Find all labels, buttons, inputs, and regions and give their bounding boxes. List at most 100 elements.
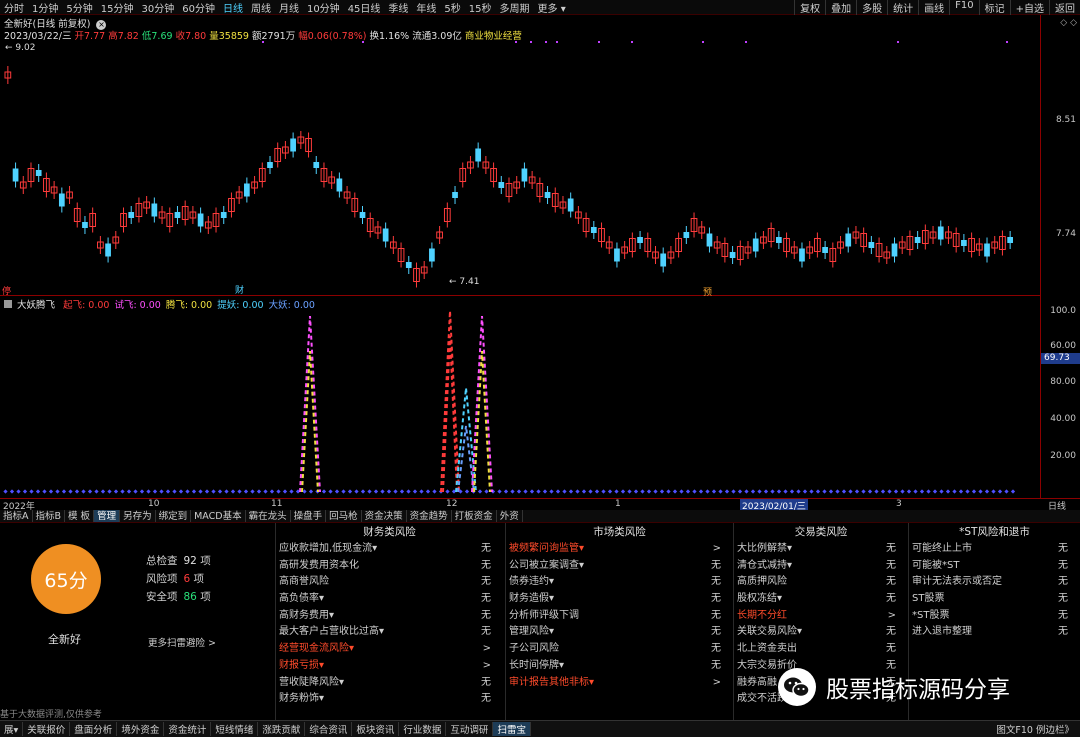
period-tab[interactable]: 60分钟 xyxy=(178,0,219,15)
period-tab[interactable]: 更多 ▾ xyxy=(534,0,570,15)
risk-item[interactable]: 长时间停牌▾ 无 xyxy=(506,658,733,675)
status-tab[interactable]: 展▾ xyxy=(0,722,24,736)
period-tab[interactable]: 15分钟 xyxy=(97,0,138,15)
indicator-tab[interactable]: 管理 xyxy=(94,510,121,522)
indicator-tab[interactable]: 指标B xyxy=(33,510,66,522)
risk-item[interactable]: 经营现金流风险▾ > xyxy=(276,641,503,658)
risk-item[interactable]: 被频繁问询监管▾ > xyxy=(506,541,733,558)
risk-item[interactable]: 分析师评级下调 无 xyxy=(506,608,733,625)
chart-tool-button[interactable]: 画线 xyxy=(918,0,949,15)
chart-tool-button[interactable]: 多股 xyxy=(856,0,887,15)
risk-item[interactable]: 大比例解禁▾ 无 xyxy=(734,541,908,558)
risk-item[interactable]: 可能终止上市 无 xyxy=(909,541,1080,558)
risk-column-title: 交易类风险 xyxy=(794,526,848,538)
status-right[interactable]: 图文F10 例边栏》 xyxy=(996,722,1080,736)
indicator-tab[interactable]: 模 板 xyxy=(65,510,95,522)
indicator-tab[interactable]: 绑定到 xyxy=(156,510,192,522)
indicator-tab[interactable]: 指标A xyxy=(0,510,33,522)
risk-item[interactable]: 子公司风险 无 xyxy=(506,641,733,658)
risk-item[interactable]: 财务粉饰▾ 无 xyxy=(276,691,503,708)
indicator-canvas[interactable] xyxy=(0,296,1040,498)
period-tab[interactable]: 日线 xyxy=(219,0,247,15)
marker-finance[interactable]: 财 xyxy=(235,283,244,296)
chart-tool-button[interactable]: 返回 xyxy=(1049,0,1080,15)
indicator-tab[interactable]: 操盘手 xyxy=(291,510,327,522)
risk-item[interactable]: 北上资金卖出 无 xyxy=(734,641,908,658)
status-tab[interactable]: 综合资讯 xyxy=(305,722,353,736)
status-tab[interactable]: 涨跌贡献 xyxy=(258,722,306,736)
risk-item[interactable]: 可能被*ST 无 xyxy=(909,558,1080,575)
period-tab[interactable]: 分时 xyxy=(0,0,28,15)
risk-item[interactable]: 审计无法表示或否定 无 xyxy=(909,574,1080,591)
risk-item[interactable]: 高质押风险 无 xyxy=(734,574,908,591)
period-tab[interactable]: 多周期 xyxy=(496,0,534,15)
kline-chart[interactable]: 全新好(日线 前复权) × 2023/03/22/三 开7.77 高7.82 低… xyxy=(0,15,1040,298)
chart-tool-button[interactable]: 复权 xyxy=(794,0,825,15)
period-tab[interactable]: 5分钟 xyxy=(62,0,96,15)
chart-tool-button[interactable]: F10 xyxy=(949,0,978,15)
chart-tool-button[interactable]: +自选 xyxy=(1009,0,1049,15)
period-tab[interactable]: 年线 xyxy=(412,0,440,15)
status-tab[interactable]: 境外资金 xyxy=(117,722,165,736)
risk-item[interactable]: 高商誉风险 无 xyxy=(276,574,503,591)
period-tab[interactable]: 季线 xyxy=(384,0,412,15)
status-tab[interactable]: 行业数据 xyxy=(399,722,447,736)
risk-item[interactable]: 债券违约▾ 无 xyxy=(506,574,733,591)
risk-item[interactable]: 最大客户占营收比过高▾ 无 xyxy=(276,624,503,641)
indicator-tab[interactable]: 外资 xyxy=(497,510,523,522)
indicator-toggle-icon[interactable] xyxy=(4,300,12,308)
risk-item[interactable]: 清仓式减持▾ 无 xyxy=(734,558,908,575)
indicator-tab[interactable]: 资金决策 xyxy=(362,510,407,522)
risk-item[interactable]: 财报亏损▾ > xyxy=(276,658,503,675)
indicator-tab[interactable]: MACD基本 xyxy=(191,510,246,522)
risk-item[interactable]: 高财务费用▾ 无 xyxy=(276,608,503,625)
status-tab[interactable]: 短线情绪 xyxy=(211,722,259,736)
baseline-marker xyxy=(698,489,704,494)
risk-item[interactable]: 进入退市整理 无 xyxy=(909,624,1080,641)
baseline-marker xyxy=(425,489,431,494)
risk-item[interactable]: 高负债率▾ 无 xyxy=(276,591,503,608)
indicator-tab[interactable]: 霸在龙头 xyxy=(246,510,291,522)
chart-tool-button[interactable]: 标记 xyxy=(978,0,1010,15)
candle-body xyxy=(868,242,875,248)
period-tab[interactable]: 15秒 xyxy=(465,0,496,15)
indicator-tab[interactable]: 资金趋势 xyxy=(407,510,452,522)
risk-item[interactable]: 股权冻结▾ 无 xyxy=(734,591,908,608)
risk-item[interactable]: 长期不分红 > xyxy=(734,608,908,625)
period-tab[interactable]: 45日线 xyxy=(344,0,385,15)
risk-item[interactable]: 审计报告其他非标▾ > xyxy=(506,675,733,692)
status-tab[interactable]: 关联报价 xyxy=(23,722,71,736)
chart-tool-button[interactable]: 统计 xyxy=(887,0,918,15)
risk-item[interactable]: 关联交易风险▾ 无 xyxy=(734,624,908,641)
candle-body xyxy=(590,227,597,233)
status-tab[interactable]: 盘面分析 xyxy=(70,722,118,736)
risk-item[interactable]: *ST股票 无 xyxy=(909,608,1080,625)
baseline-marker xyxy=(81,489,86,494)
risk-item[interactable]: 应收款增加,低现金流▾ 无 xyxy=(276,541,503,558)
kline-canvas[interactable] xyxy=(0,15,1040,296)
risk-item[interactable]: 高研发费用资本化 无 xyxy=(276,558,503,575)
axis-settings-icon[interactable]: ◇ ◇ xyxy=(1060,18,1077,28)
status-tab[interactable]: 板块资讯 xyxy=(352,722,400,736)
period-tab[interactable]: 30分钟 xyxy=(137,0,178,15)
status-tab[interactable]: 资金统计 xyxy=(164,722,212,736)
risk-item[interactable]: ST股票 无 xyxy=(909,591,1080,608)
indicator-tab[interactable]: 回马枪 xyxy=(326,510,362,522)
indicator-tab[interactable]: 另存为 xyxy=(120,510,156,522)
risk-column: 市场类风险 被频繁问询监管▾ > 公司被立案调查▾ 无债券违约▾ 无财务造假▾ 无分析师评级… xyxy=(505,523,733,720)
period-tab[interactable]: 5秒 xyxy=(440,0,464,15)
indicator-chart[interactable]: 大妖腾飞 起飞: 0.00 试飞: 0.00 腾飞: 0.00 提妖: 0.00 大妖:… xyxy=(0,296,1040,498)
risk-item[interactable]: 管理风险▾ 无 xyxy=(506,624,733,641)
risk-item[interactable]: 营收陡降风险▾ 无 xyxy=(276,675,503,692)
chart-tool-button[interactable]: 叠加 xyxy=(825,0,856,15)
status-tab[interactable]: 扫雷宝 xyxy=(493,722,531,736)
more-scan-link[interactable]: 更多扫雷避险 > xyxy=(148,635,216,649)
status-tab[interactable]: 互动调研 xyxy=(446,722,494,736)
period-tab[interactable]: 1分钟 xyxy=(28,0,62,15)
risk-item[interactable]: 公司被立案调查▾ 无 xyxy=(506,558,733,575)
period-tab[interactable]: 10分钟 xyxy=(303,0,344,15)
indicator-tab[interactable]: 打板资金 xyxy=(452,510,497,522)
period-tab[interactable]: 月线 xyxy=(275,0,303,15)
period-tab[interactable]: 周线 xyxy=(247,0,275,15)
risk-item[interactable]: 财务造假▾ 无 xyxy=(506,591,733,608)
